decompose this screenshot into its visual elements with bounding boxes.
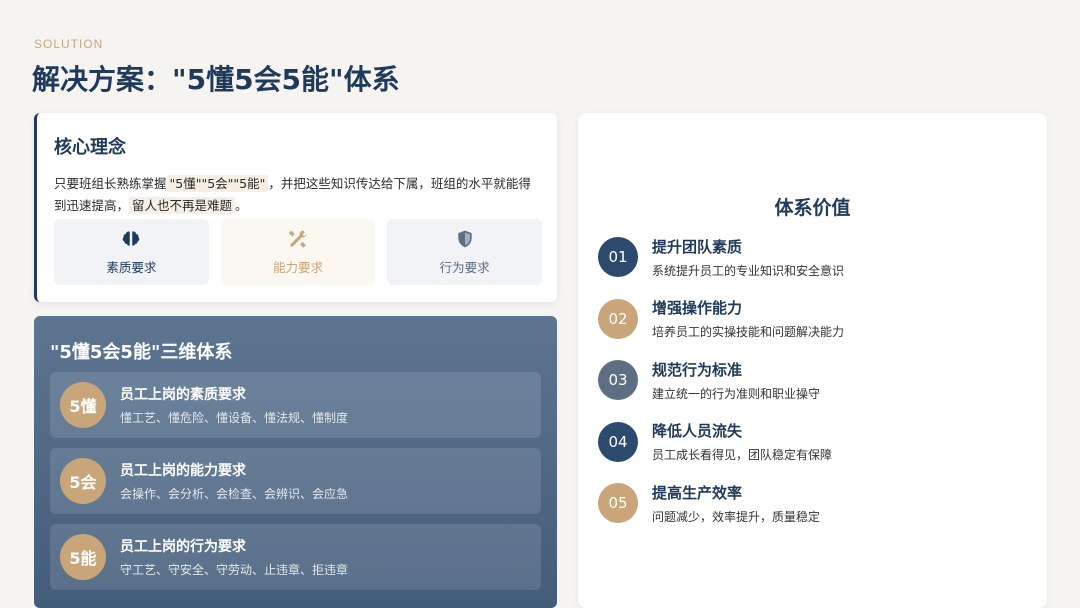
concept-text-part1: 只要班组长熟练掌握 (54, 176, 167, 191)
system-value-card: 体系价值 01 提升团队素质 系统提升员工的专业知识和安全意识 02 增强操作能… (578, 113, 1047, 608)
pillar-label: 行为要求 (439, 259, 490, 275)
dimension-heading: 员工上岗的素质要求 (120, 387, 246, 403)
tools-icon (288, 230, 307, 248)
dimension-badge: 5能 (60, 534, 106, 580)
three-dimension-panel: "5懂5会5能"三维体系 5懂 员工上岗的素质要求 懂工艺、懂危险、懂设备、懂法… (34, 316, 557, 608)
pillar-quality: 素质要求 (54, 219, 209, 285)
pillar-label: 能力要求 (273, 259, 324, 275)
core-concept-title: 核心理念 (54, 137, 126, 158)
value-heading: 规范行为标准 (652, 360, 743, 379)
value-heading: 降低人员流失 (652, 422, 743, 440)
value-heading: 提高生产效率 (652, 483, 743, 502)
value-detail: 培养员工的实操技能和问题解决能力 (652, 325, 845, 339)
dimension-badge: 5会 (60, 458, 106, 504)
value-detail: 问题减少，效率提升，质量稳定 (652, 509, 821, 524)
brain-icon (123, 231, 140, 246)
value-number-badge: 02 (598, 298, 638, 339)
value-item: 02 增强操作能力 培养员工的实操技能和问题解决能力 (598, 298, 1018, 339)
concept-text-part3: 。 (235, 198, 248, 213)
value-list: 01 提升团队素质 系统提升员工的专业知识和安全意识 02 增强操作能力 培养员… (598, 237, 1018, 545)
pillar-ability: 能力要求 (220, 219, 376, 285)
value-detail: 系统提升员工的专业知识和安全意识 (652, 263, 845, 278)
core-concept-card: 核心理念 只要班组长熟练掌握 "5懂""5会""5能" ，并把这些知识传达给下属，班… (34, 113, 557, 302)
dimension-detail: 守工艺、守安全、守劳动、止违章、拒违章 (120, 563, 349, 577)
section-eyebrow: SOLUTION (34, 37, 104, 51)
value-item: 04 降低人员流失 员工成长看得见，团队稳定有保障 (598, 421, 1018, 462)
shield-icon (458, 230, 472, 247)
value-item: 01 提升团队素质 系统提升员工的专业知识和安全意识 (598, 237, 1018, 278)
dimension-detail: 会操作、会分析、会检查、会辨识、会应急 (120, 487, 349, 501)
value-detail: 建立统一的行为准则和职业操守 (652, 386, 821, 401)
dimension-row: 5会 员工上岗的能力要求 会操作、会分析、会检查、会辨识、会应急 (50, 448, 541, 514)
page-title: 解决方案："5懂5会5能"体系 (32, 63, 400, 96)
system-value-title: 体系价值 (774, 197, 851, 219)
dimension-detail: 懂工艺、懂危险、懂设备、懂法规、懂制度 (120, 411, 349, 425)
concept-highlight-2: 留人也不再是难题 (129, 197, 236, 214)
dimension-badge: 5懂 (60, 382, 106, 428)
value-number-badge: 05 (598, 483, 638, 523)
value-heading: 提升团队素质 (652, 237, 743, 256)
dimension-row: 5能 员工上岗的行为要求 守工艺、守安全、守劳动、止违章、拒违章 (50, 524, 541, 590)
pillar-behavior: 行为要求 (387, 219, 543, 285)
pillar-label: 素质要求 (106, 259, 157, 275)
three-dimension-title: "5懂5会5能"三维体系 (50, 342, 233, 363)
value-number-badge: 04 (598, 421, 638, 462)
dimension-heading: 员工上岗的能力要求 (120, 463, 246, 479)
value-item: 03 规范行为标准 建立统一的行为准则和职业操守 (598, 360, 1018, 401)
dimension-row: 5懂 员工上岗的素质要求 懂工艺、懂危险、懂设备、懂法规、懂制度 (50, 372, 541, 438)
pillar-list: 素质要求 能力要求 行为要求 (54, 219, 543, 285)
value-detail: 员工成长看得见，团队稳定有保障 (652, 448, 833, 462)
value-item: 05 提高生产效率 问题减少，效率提升，质量稳定 (598, 483, 1018, 524)
core-concept-text: 只要班组长熟练掌握 "5懂""5会""5能" ，并把这些知识传达给下属，班组的水平就… (54, 173, 539, 217)
dimension-list: 5懂 员工上岗的素质要求 懂工艺、懂危险、懂设备、懂法规、懂制度 5会 员工上岗… (50, 372, 541, 600)
value-heading: 增强操作能力 (652, 299, 743, 317)
concept-highlight-1: "5懂""5会""5能" (166, 175, 269, 192)
value-number-badge: 03 (598, 360, 638, 400)
value-number-badge: 01 (598, 237, 638, 277)
dimension-heading: 员工上岗的行为要求 (120, 539, 246, 555)
